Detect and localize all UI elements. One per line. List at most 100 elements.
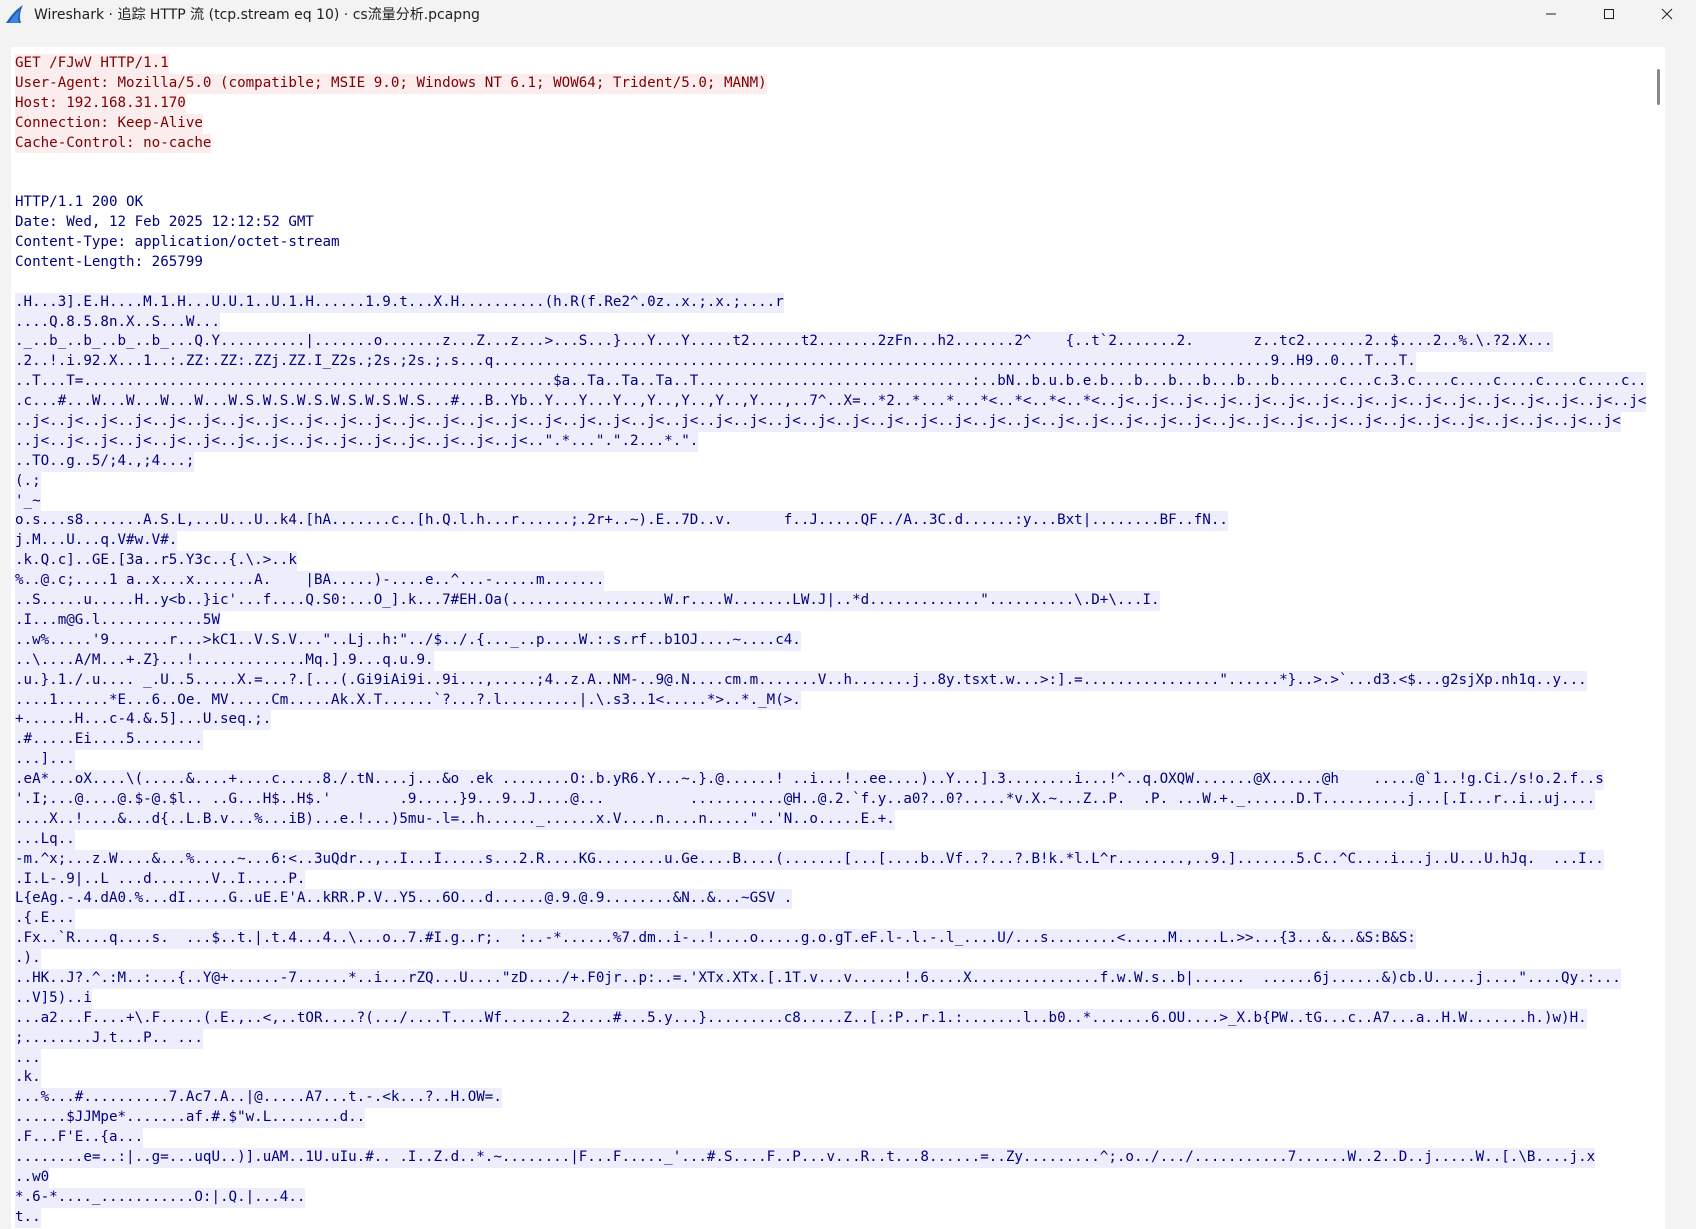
response-body-line: .#.....Ei....5........ xyxy=(15,730,1663,751)
response-body-line-text: ..V]5)..i xyxy=(15,988,92,1009)
response-body-line-text: ..HK..J?.^.:M..:...{..Y@+......-7......*… xyxy=(15,968,1621,989)
response-header-line: Content-Length: 265799 xyxy=(15,253,1663,273)
response-body-line-text: '.I;...@....@.$-@.$l.. ..G...H$..H$.' .9… xyxy=(15,789,1596,810)
response-body-line: .Fx..`R....q....s. ...$..t.|.t.4...4..\.… xyxy=(15,929,1663,950)
response-body-line: +......H...c-4.&.5]...U.seq.;. xyxy=(15,710,1663,731)
response-body-line-text: .c...#...W...W...W...W...W.S.W.S.W.S.W.S… xyxy=(15,392,1647,413)
response-body-line-text: j.M...U...q.V#w.V#. xyxy=(15,531,178,552)
response-body-line: .eA*...oX....\(.....&....+....c.....8./.… xyxy=(15,770,1663,790)
response-header-line-text: Date: Wed, 12 Feb 2025 12:12:52 GMT xyxy=(15,214,314,231)
response-body-line-text: .Fx..`R....q....s. ...$..t.|.t.4...4..\.… xyxy=(15,929,1416,950)
maximize-button[interactable] xyxy=(1580,0,1638,28)
request-line: Host: 192.168.31.170 xyxy=(15,93,1663,114)
response-body-line-text: .I.L-.9|..L ...d.......V..I.....P. xyxy=(15,869,306,890)
response-body-line-text: t.. xyxy=(15,1207,41,1228)
response-body-line: ;........J.t...P.. ... xyxy=(15,1028,1663,1049)
response-body-line: ..V]5)..i xyxy=(15,988,1663,1009)
minimize-button[interactable] xyxy=(1522,0,1580,28)
response-body-line-text: %..@.c;....1 a..x...x.......A. |BA.....)… xyxy=(15,571,605,592)
response-header-line: Content-Type: application/octet-stream xyxy=(15,233,1663,253)
response-header-line-text: Content-Type: application/octet-stream xyxy=(15,234,340,251)
request-line: Connection: Keep-Alive xyxy=(15,113,1663,134)
follow-stream-content[interactable]: GET /FJwV HTTP/1.1 User-Agent: Mozilla/5.… xyxy=(11,47,1665,1229)
response-body-line: ...%...#..........7.Ac7.A..|@.....A7...t… xyxy=(15,1088,1663,1109)
response-body-line-text: ..\....A/M...+.Z}...!.............Mq.].9… xyxy=(15,650,434,671)
request-line-text: GET /FJwV HTTP/1.1 xyxy=(15,54,169,74)
response-body-line-text: ..w%.....'9.......r...>kC1..V.S.V..."..L… xyxy=(15,630,801,651)
response-body-line: ..j<..j<..j<..j<..j<..j<..j<..j<..j<..j<… xyxy=(15,412,1663,432)
response-body-line-text: .#.....Ei....5........ xyxy=(15,730,203,751)
title-bar[interactable]: Wireshark · 追踪 HTTP 流 (tcp.stream eq 10)… xyxy=(0,0,1696,28)
response-body-line-text: ......$JJMpe*.......af.#.$"w.L........d.… xyxy=(15,1108,366,1129)
response-body-line-text: ........e=..:|..g=...uqU..)].uAM..1U.uIu… xyxy=(15,1147,1596,1168)
response-body-line-text: ._..b_..b_..b_..b_...Q.Y..........|.....… xyxy=(15,332,1553,353)
response-body-line-text: L{eAg.-.4.dA0.%...dI.....G..uE.E'A..kRR.… xyxy=(15,889,793,910)
response-body-line-text: ..S.....u.....H..y<b..}ic'...f....Q.S0:.… xyxy=(15,591,1160,611)
response-body-line: .I...m@G.l............5W xyxy=(15,610,1663,631)
response-body-line: .u.}.1./.u.... _.U..5.....X.=...?.[...(.… xyxy=(15,670,1663,691)
response-body-line-text: o.s...s8.......A.S.L,...U...U..k4.[hA...… xyxy=(15,511,1228,532)
response-body-line: L{eAg.-.4.dA0.%...dI.....G..uE.E'A..kRR.… xyxy=(15,889,1663,910)
stream-text-area[interactable]: GET /FJwV HTTP/1.1 User-Agent: Mozilla/5.… xyxy=(15,54,1663,1228)
response-body-line-text: .{.E... xyxy=(15,909,75,930)
response-body-line: o.s...s8.......A.S.L,...U...U..k4.[hA...… xyxy=(15,511,1663,532)
response-body-line: .I.L-.9|..L ...d.......V..I.....P. xyxy=(15,869,1663,890)
vertical-scrollbar[interactable] xyxy=(1651,47,1665,1229)
response-body-line-text: ....X..!....&...d{..L.B.v...%...iB)...e.… xyxy=(15,809,895,830)
response-header-line-text: HTTP/1.1 200 OK xyxy=(15,194,144,211)
response-body-line-text: ...]... xyxy=(15,750,75,771)
response-body-line: ..w0 xyxy=(15,1167,1663,1188)
response-body-line: %..@.c;....1 a..x...x.......A. |BA.....)… xyxy=(15,571,1663,592)
request-line: Cache-Control: no-cache xyxy=(15,133,1663,154)
response-body-line: j.M...U...q.V#w.V#. xyxy=(15,531,1663,552)
response-body-line-text: ....Q.8.5.8n.X..S...W... xyxy=(15,312,220,333)
request-line-text: User-Agent: Mozilla/5.0 (compatible; MSI… xyxy=(15,73,767,94)
response-body-line: ..j<..j<..j<..j<..j<..j<..j<..j<..j<..j<… xyxy=(15,431,1663,452)
response-body-line: .). xyxy=(15,949,1663,969)
response-body-line-text: .2..!.i.92.X...1..:.ZZ:.ZZ:.ZZj.ZZ.I_Z2s… xyxy=(15,352,1416,373)
window-title: Wireshark · 追踪 HTTP 流 (tcp.stream eq 10)… xyxy=(34,7,480,23)
response-body-line: .k.Q.c]..GE.[3a..r5.Y3c..{.\.>..k xyxy=(15,551,1663,572)
response-header-line: Date: Wed, 12 Feb 2025 12:12:52 GMT xyxy=(15,213,1663,233)
response-body-line-text: .I...m@G.l............5W xyxy=(15,610,220,631)
wireshark-fin-icon xyxy=(6,5,23,23)
window-controls xyxy=(1522,0,1696,28)
close-icon xyxy=(1661,8,1673,20)
response-body-line: .{.E... xyxy=(15,909,1663,930)
response-header-line: HTTP/1.1 200 OK xyxy=(15,193,1663,213)
response-body-line-text: .H...3].E.H....M.1.H...U.U.1..U.1.H.....… xyxy=(15,292,784,313)
response-body-line: ._..b_..b_..b_..b_...Q.Y..........|.....… xyxy=(15,332,1663,353)
response-body-line: ..T...T=................................… xyxy=(15,372,1663,393)
response-body-line: .H...3].E.H....M.1.H...U.U.1..U.1.H.....… xyxy=(15,292,1663,313)
response-body-line: '_~ xyxy=(15,491,1663,512)
response-body-line-text: +......H...c-4.&.5]...U.seq.;. xyxy=(15,710,272,731)
response-body-line: ...]... xyxy=(15,750,1663,771)
response-body-line-text: ...%...#..........7.Ac7.A..|@.....A7...t… xyxy=(15,1088,502,1109)
response-body-line: .2..!.i.92.X...1..:.ZZ:.ZZ:.ZZj.ZZ.I_Z2s… xyxy=(15,352,1663,373)
response-body-line: ..w%.....'9.......r...>kC1..V.S.V..."..L… xyxy=(15,630,1663,651)
response-body-line-text: ..T...T=................................… xyxy=(15,372,1647,393)
response-body-line: ....1......*E...6..Oe. MV.....Cm.....Ak.… xyxy=(15,690,1663,711)
response-body-line-text: .u.}.1./.u.... _.U..5.....X.=...?.[...(.… xyxy=(15,670,1587,691)
response-body-line: ....X..!....&...d{..L.B.v...%...iB)...e.… xyxy=(15,809,1663,830)
close-button[interactable] xyxy=(1638,0,1696,28)
response-body-line-text: .k. xyxy=(15,1068,41,1089)
response-body-line: ...Lq.. xyxy=(15,829,1663,850)
request-line: User-Agent: Mozilla/5.0 (compatible; MSI… xyxy=(15,73,1663,94)
response-body-line-text: ...a2...F....+\.F.....(.E.,..<,..tOR....… xyxy=(15,1008,1587,1029)
scrollbar-thumb[interactable] xyxy=(1657,69,1660,105)
response-body-line: ....Q.8.5.8n.X..S...W... xyxy=(15,312,1663,333)
response-body-line: (.; xyxy=(15,471,1663,492)
response-body-line-text: -m.^x;...z.W....&...%.....~...6:<..3uQdr… xyxy=(15,849,1604,870)
response-body-line-text: .k.Q.c]..GE.[3a..r5.Y3c..{.\.>..k xyxy=(15,551,297,572)
minimize-icon xyxy=(1546,13,1556,15)
response-body-line: ..\....A/M...+.Z}...!.............Mq.].9… xyxy=(15,650,1663,671)
response-body-line-text: ..TO..g..5/;4.,;4...; xyxy=(15,451,195,472)
response-body-line-text: (.; xyxy=(15,471,41,492)
response-body-line: ..S.....u.....H..y<b..}ic'...f....Q.S0:.… xyxy=(15,591,1663,611)
response-body-line: .c...#...W...W...W...W...W.S.W.S.W.S.W.S… xyxy=(15,392,1663,413)
maximize-icon xyxy=(1604,9,1614,19)
request-line-text: Host: 192.168.31.170 xyxy=(15,93,186,114)
